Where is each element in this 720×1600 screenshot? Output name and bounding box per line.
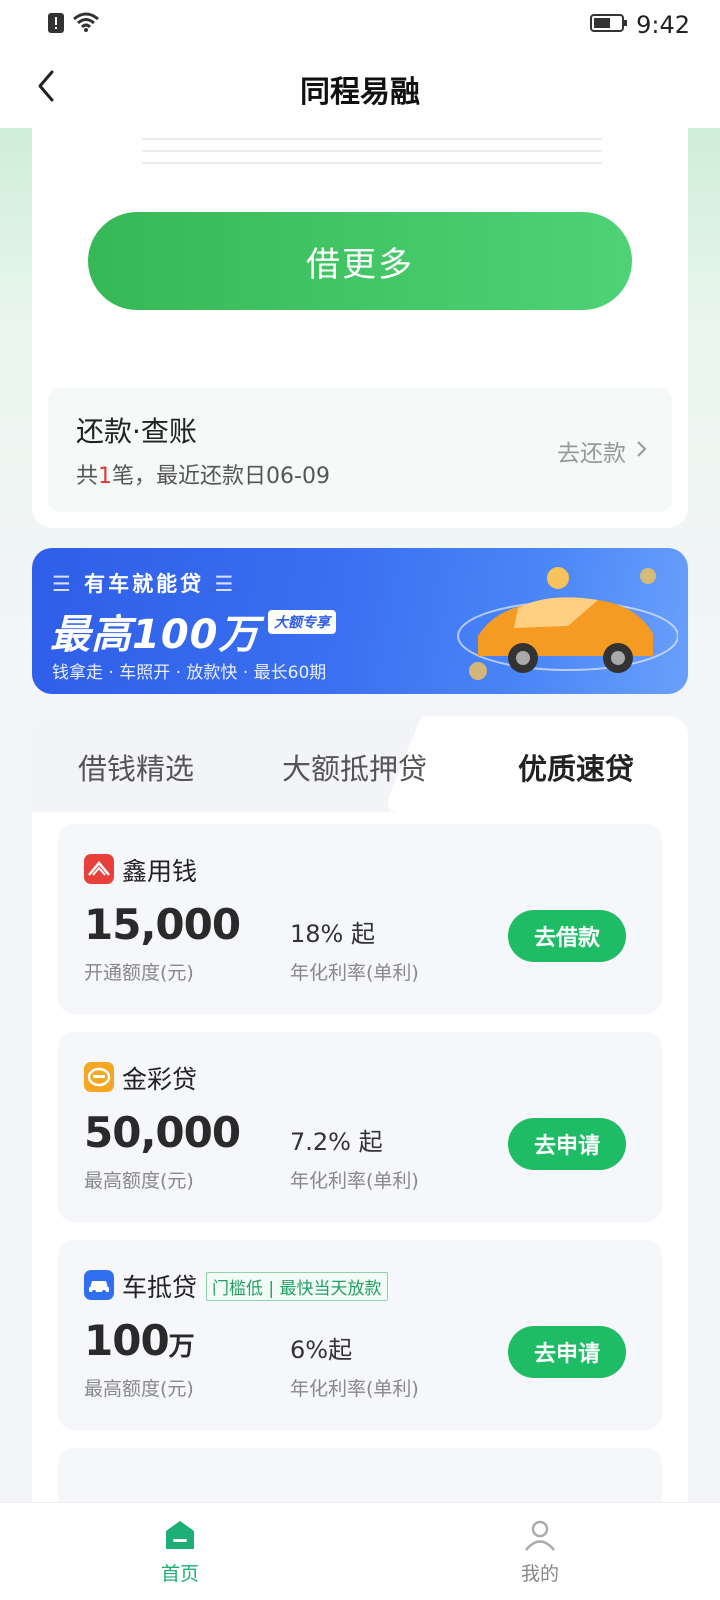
car-icon bbox=[84, 1270, 114, 1300]
repay-count: 1 bbox=[98, 464, 113, 489]
product-amount: 15,000 bbox=[84, 900, 241, 949]
product-card[interactable]: 车抵贷 门槛低 | 最快当天放款 100万 最高额度(元) 6%起 年化利率(单… bbox=[58, 1240, 662, 1430]
back-icon[interactable] bbox=[28, 66, 68, 106]
tab-home[interactable]: 首页 bbox=[120, 1517, 240, 1586]
status-time: 9:42 bbox=[636, 11, 690, 39]
go-apply-button[interactable]: 去申请 bbox=[508, 1326, 626, 1378]
product-rate: 18% 起 bbox=[290, 920, 375, 948]
product-amount-label: 最高额度(元) bbox=[84, 1378, 194, 1400]
product-amount: 50,000 bbox=[84, 1108, 241, 1157]
product-tag: 门槛低 | 最快当天放款 bbox=[206, 1272, 388, 1301]
tab-strip: 借钱精选 大额抵押贷 优质速贷 bbox=[32, 716, 688, 812]
scrolled-content-remnant bbox=[142, 128, 602, 168]
go-borrow-button[interactable]: 去借款 bbox=[508, 910, 626, 962]
tab-large-mortgage[interactable]: 大额抵押贷 bbox=[282, 746, 427, 788]
car-loan-banner[interactable]: ☰ 有车就能贷 ☰ 最高100万 大额专享 钱拿走 · 车照开 · 放款快 · … bbox=[32, 548, 688, 694]
repay-section[interactable]: 还款·查账 共1笔，最近还款日06-09 去还款 bbox=[48, 388, 672, 512]
jincaidai-logo-icon bbox=[84, 1062, 114, 1092]
tab-quick-loan[interactable]: 优质速贷 bbox=[518, 746, 634, 788]
borrow-more-button[interactable]: 借更多 bbox=[88, 212, 632, 310]
product-amount: 100万 bbox=[84, 1316, 195, 1365]
product-rate-label: 年化利率(单利) bbox=[290, 962, 419, 984]
banner-kicker: ☰ 有车就能贷 ☰ bbox=[52, 572, 237, 596]
product-rate: 6%起 bbox=[290, 1336, 353, 1364]
product-amount-label: 开通额度(元) bbox=[84, 962, 194, 984]
tab-mine[interactable]: 我的 bbox=[480, 1517, 600, 1586]
nav-bar: 同程易融 bbox=[0, 50, 720, 128]
product-rate-label: 年化利率(单利) bbox=[290, 1378, 419, 1400]
product-card[interactable]: 金彩贷 50,000 最高额度(元) 7.2% 起 年化利率(单利) 去申请 bbox=[58, 1032, 662, 1222]
product-name: 鑫用钱 bbox=[122, 857, 198, 886]
product-name: 车抵贷 bbox=[122, 1273, 198, 1302]
user-icon bbox=[525, 1520, 555, 1551]
banner-subtitle: 钱拿走 · 车照开 · 放款快 · 最长60期 bbox=[52, 663, 327, 683]
status-bar: 9:42 bbox=[0, 0, 720, 50]
bottom-tab-bar: 首页 我的 bbox=[0, 1502, 720, 1600]
chevron-right-icon bbox=[636, 438, 648, 464]
xinyongqian-logo-icon bbox=[84, 854, 114, 884]
battery-icon bbox=[590, 11, 628, 39]
repay-title: 还款·查账 bbox=[76, 415, 197, 448]
go-repay-link[interactable]: 去还款 bbox=[557, 434, 648, 468]
go-apply-button[interactable]: 去申请 bbox=[508, 1118, 626, 1170]
wifi-icon bbox=[72, 11, 100, 39]
car-illustration bbox=[457, 567, 678, 680]
banner-headline: 最高100万 bbox=[50, 612, 260, 658]
product-name: 金彩贷 bbox=[122, 1065, 198, 1094]
tab-featured[interactable]: 借钱精选 bbox=[78, 746, 194, 788]
banner-tag: 大额专享 bbox=[268, 610, 336, 634]
page-title: 同程易融 bbox=[300, 75, 420, 110]
loan-summary-card: 借更多 还款·查账 共1笔，最近还款日06-09 去还款 bbox=[32, 128, 688, 528]
product-rate: 7.2% 起 bbox=[290, 1128, 383, 1156]
repay-summary: 共1笔，最近还款日06-09 bbox=[76, 464, 330, 489]
home-icon bbox=[166, 1521, 194, 1549]
product-amount-label: 最高额度(元) bbox=[84, 1170, 194, 1192]
product-rate-label: 年化利率(单利) bbox=[290, 1170, 419, 1192]
alert-icon bbox=[48, 11, 64, 39]
product-card[interactable]: 鑫用钱 15,000 开通额度(元) 18% 起 年化利率(单利) 去借款 bbox=[58, 824, 662, 1014]
